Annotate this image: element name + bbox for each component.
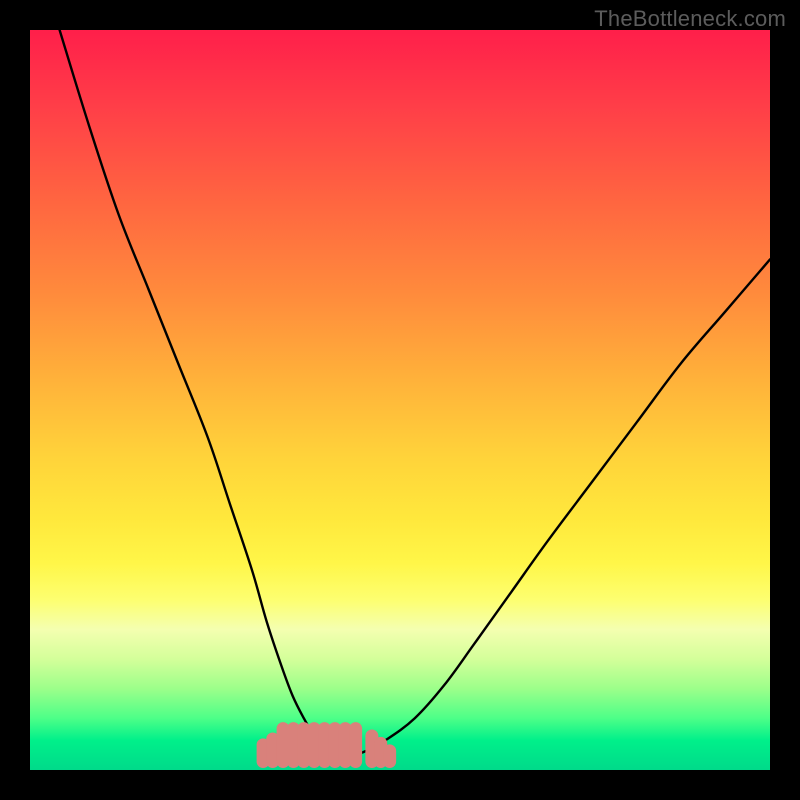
- bottleneck-curve: [60, 30, 770, 755]
- chart-svg: [30, 30, 770, 770]
- curve-markers: [257, 722, 397, 768]
- chart-frame: TheBottleneck.com: [0, 0, 800, 800]
- watermark-text: TheBottleneck.com: [594, 6, 786, 32]
- marker-dot: [349, 722, 362, 768]
- chart-plot-area: [30, 30, 770, 770]
- marker-dot: [383, 744, 396, 768]
